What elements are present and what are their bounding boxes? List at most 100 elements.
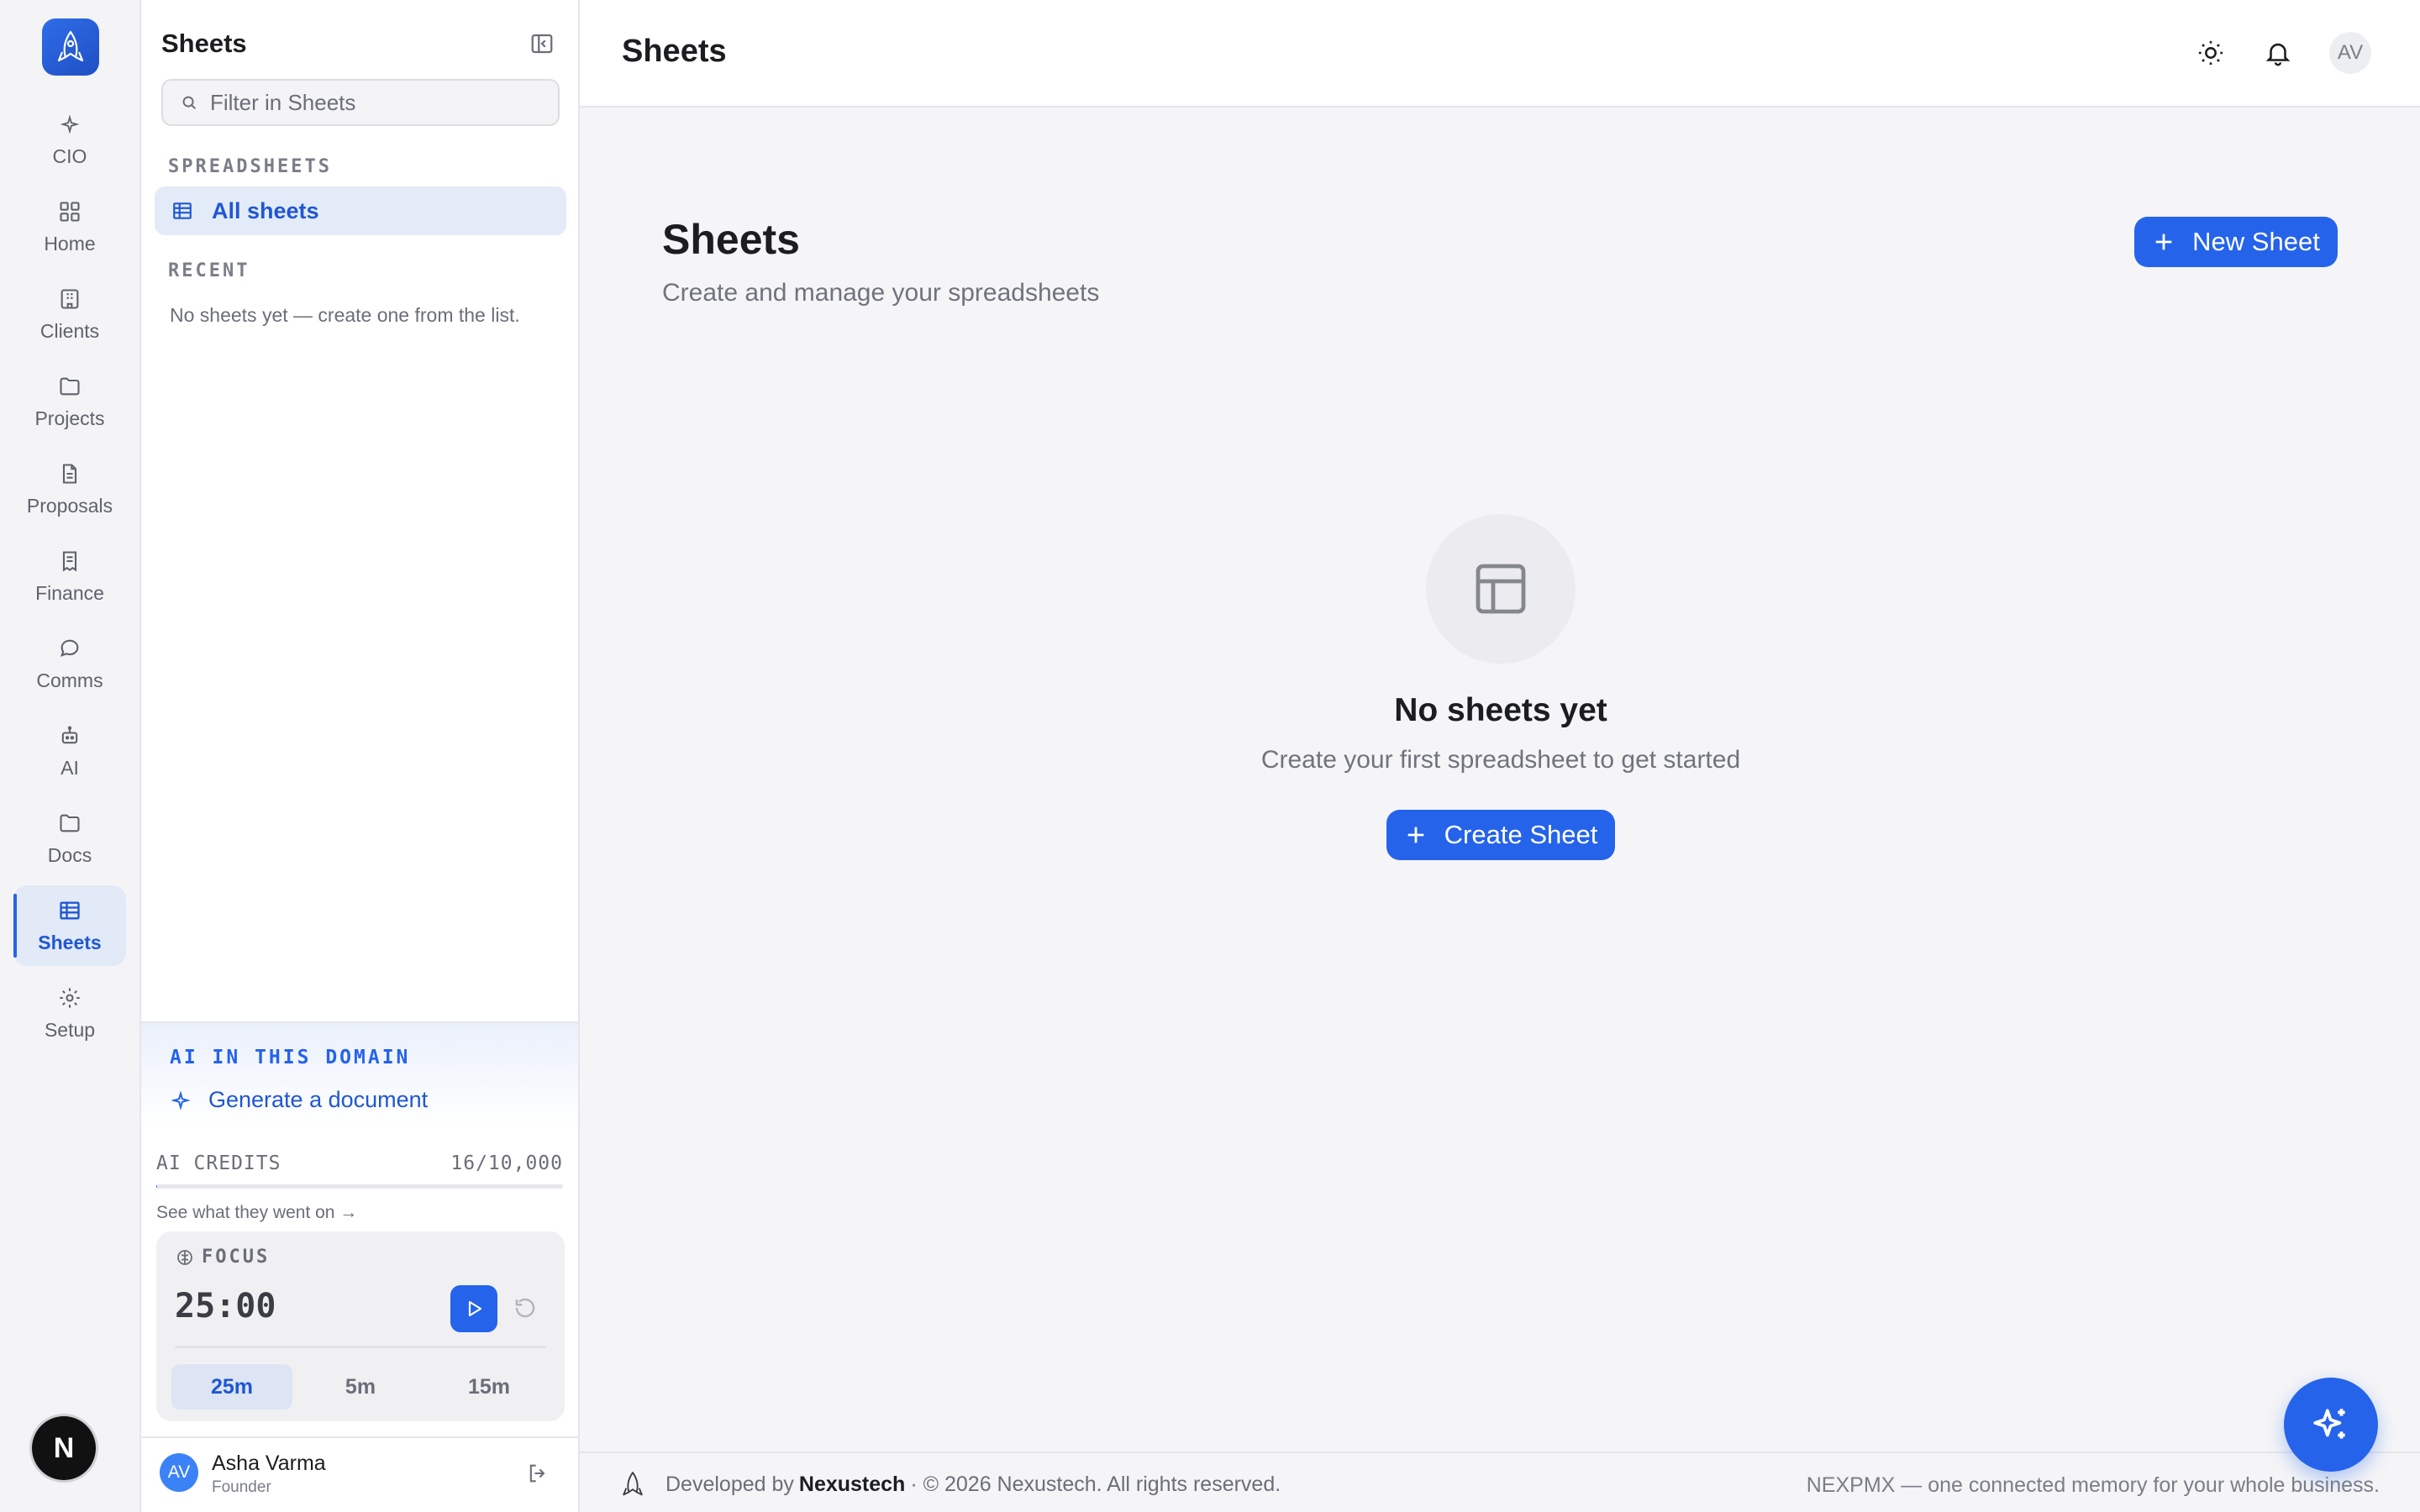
- table-icon: [171, 200, 193, 222]
- footer: Developed by Nexustech · © 2026 Nexustec…: [580, 1452, 2420, 1512]
- rail-item-label: Proposals: [26, 494, 113, 517]
- sidebar-title: Sheets: [161, 29, 247, 58]
- focus-presets: 25m 5m 15m: [171, 1364, 550, 1410]
- generate-document-link[interactable]: Generate a document: [171, 1087, 428, 1113]
- create-sheet-label: Create Sheet: [1444, 820, 1598, 849]
- rail-item-label: Sheets: [38, 931, 102, 953]
- ai-assistant-button[interactable]: [2284, 1378, 2378, 1472]
- credits-usage-link[interactable]: See what they went on →: [156, 1203, 357, 1223]
- sparkle-icon: [171, 1090, 190, 1110]
- rail-item-ai[interactable]: AI: [13, 711, 126, 791]
- user-profile: AV Asha Varma Founder: [141, 1436, 578, 1512]
- rail-item-setup[interactable]: Setup: [13, 973, 126, 1053]
- ai-domain-panel: AI IN THIS DOMAIN Generate a document: [141, 1021, 578, 1127]
- rail-item-projects[interactable]: Projects: [13, 361, 126, 442]
- bell-icon[interactable]: [2264, 39, 2292, 67]
- logout-icon[interactable]: [526, 1462, 550, 1485]
- folder-icon: [57, 374, 82, 399]
- focus-divider: [175, 1346, 546, 1348]
- copyright-text: · © 2026 Nexustech. All rights reserved.: [910, 1472, 1281, 1496]
- ai-credits-label: AI CREDITS: [156, 1152, 281, 1174]
- app-logo[interactable]: [42, 18, 99, 76]
- rail-item-label: Finance: [35, 581, 104, 604]
- play-icon: [468, 1300, 482, 1317]
- preset-15m[interactable]: 15m: [429, 1364, 550, 1410]
- new-sheet-label: New Sheet: [2192, 227, 2320, 256]
- robot-icon: [57, 723, 82, 748]
- rail-item-label: Projects: [34, 407, 105, 429]
- generate-document-label: Generate a document: [208, 1087, 429, 1112]
- user-role: Founder: [212, 1478, 271, 1496]
- sidebar-search: [161, 79, 560, 126]
- filter-input[interactable]: [210, 89, 546, 116]
- content-subtitle: Create and manage your spreadsheets: [662, 279, 1100, 307]
- sparkle-icon: [57, 112, 82, 137]
- recent-empty-text: No sheets yet — create one from the list…: [170, 304, 520, 326]
- rail-item-label: Clients: [39, 319, 100, 342]
- ai-credits-fill: [156, 1184, 157, 1189]
- rail-item-label: AI: [60, 756, 79, 779]
- rail-item-proposals[interactable]: Proposals: [13, 449, 126, 529]
- rail-item-label: Home: [44, 232, 96, 255]
- section-label-spreadsheets: SPREADSHEETS: [168, 156, 332, 177]
- footer-tagline: NEXPMX — one connected memory for your w…: [1806, 1473, 2380, 1497]
- page-title: Sheets: [622, 34, 727, 69]
- play-button[interactable]: [450, 1285, 497, 1332]
- developed-by-text: Developed by: [666, 1472, 794, 1496]
- ai-credits-value: 16/10,000: [450, 1152, 563, 1174]
- search-icon: [182, 96, 197, 110]
- sun-icon[interactable]: [2196, 39, 2225, 67]
- user-name: Asha Varma: [212, 1452, 326, 1475]
- ai-domain-label: AI IN THIS DOMAIN: [170, 1047, 411, 1068]
- focus-timer-card: FOCUS 25:00 25m 5m 15m: [156, 1231, 565, 1421]
- focus-label: FOCUS: [175, 1247, 270, 1268]
- preset-25m[interactable]: 25m: [171, 1364, 292, 1410]
- ai-credits-bar: [156, 1184, 563, 1189]
- footer-credits: Developed by Nexustech · © 2026 Nexustec…: [618, 1470, 1281, 1499]
- building-icon: [57, 286, 82, 312]
- rail-item-home[interactable]: Home: [13, 186, 126, 267]
- rail-item-label: CIO: [52, 144, 87, 167]
- brand-link[interactable]: Nexustech: [799, 1473, 905, 1497]
- new-sheet-button[interactable]: New Sheet: [2134, 217, 2338, 267]
- rail-nav: CIO Home Clients Projects Proposals Fina…: [13, 99, 126, 1060]
- rail-item-finance[interactable]: Finance: [13, 536, 126, 617]
- preset-5m[interactable]: 5m: [300, 1364, 421, 1410]
- top-bar: Sheets AV: [580, 0, 2420, 108]
- plus-icon: [2152, 230, 2175, 254]
- sheets-sidebar: Sheets SPREADSHEETS All sheets RECENT No…: [141, 0, 580, 1512]
- rail-item-comms[interactable]: Comms: [13, 623, 126, 704]
- create-sheet-button[interactable]: Create Sheet: [1386, 810, 1615, 860]
- empty-state-illustration: [1426, 514, 1576, 664]
- sidebar-item-all-sheets[interactable]: All sheets: [155, 186, 566, 235]
- rail-item-sheets[interactable]: Sheets: [13, 885, 126, 966]
- avatar[interactable]: AV: [2329, 32, 2371, 74]
- avatar[interactable]: AV: [160, 1453, 198, 1492]
- rail-item-label: Comms: [36, 669, 103, 691]
- sidebar-header: Sheets: [161, 25, 555, 62]
- section-label-recent: RECENT: [168, 260, 250, 281]
- brain-icon: [175, 1247, 195, 1268]
- document-icon: [57, 461, 82, 486]
- table-icon: [57, 898, 82, 923]
- rail-item-label: Docs: [47, 843, 92, 866]
- table-icon: [1476, 564, 1526, 614]
- rail-item-clients[interactable]: Clients: [13, 274, 126, 354]
- rail-item-label: Setup: [44, 1018, 96, 1041]
- empty-state-title: No sheets yet: [1394, 692, 1607, 728]
- reset-icon[interactable]: [513, 1295, 539, 1322]
- rail-item-docs[interactable]: Docs: [13, 798, 126, 879]
- content-title: Sheets: [662, 216, 800, 263]
- chat-icon: [57, 636, 82, 661]
- sparkles-icon: [2313, 1409, 2345, 1439]
- focus-time: 25:00: [175, 1287, 276, 1326]
- workspace-badge[interactable]: N: [32, 1416, 96, 1480]
- rocket-logo-icon: [57, 30, 84, 62]
- rail-item-cio[interactable]: CIO: [13, 99, 126, 180]
- grid-icon: [57, 199, 82, 224]
- folder-icon: [57, 811, 82, 836]
- rocket-logo-icon: [618, 1470, 647, 1499]
- sidebar-item-label: All sheets: [212, 197, 319, 223]
- empty-state-subtitle: Create your first spreadsheet to get sta…: [1260, 746, 1741, 774]
- collapse-sidebar-icon[interactable]: [529, 31, 555, 56]
